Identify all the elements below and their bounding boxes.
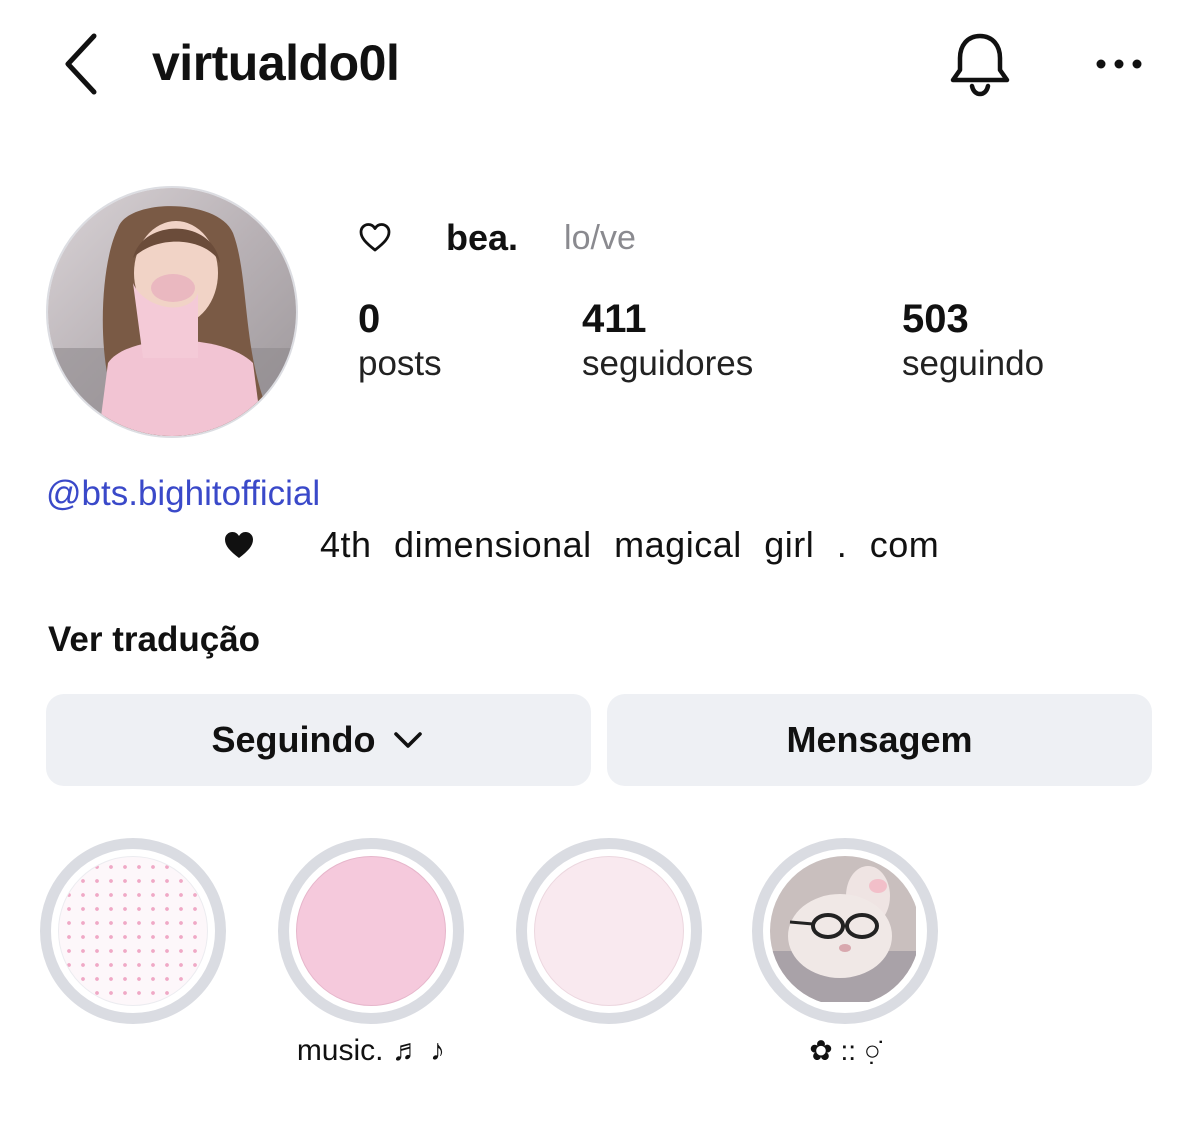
stat-followers[interactable]: 411 seguidores xyxy=(582,296,753,386)
heart-outline-icon xyxy=(359,223,391,252)
profile-username: virtualdo0l xyxy=(152,35,400,91)
story-highlight-1[interactable] xyxy=(40,838,226,1024)
posts-count: 0 xyxy=(358,297,381,341)
avatar-photo xyxy=(48,188,296,436)
bio-text: 4th dimensional magical girl . com xyxy=(320,524,940,565)
posts-label: posts xyxy=(358,344,442,383)
highlight-label-2: music. ♬ ♪ xyxy=(296,1034,446,1067)
display-name-row: bea. lo/ve xyxy=(358,210,636,266)
following-button[interactable]: Seguindo xyxy=(46,694,591,786)
followers-count: 411 xyxy=(582,297,647,341)
message-button[interactable]: Mensagem xyxy=(607,694,1152,786)
stat-posts: 0 posts xyxy=(358,296,442,386)
story-highlight-2[interactable] xyxy=(278,838,464,1024)
more-options-button[interactable] xyxy=(1090,44,1150,84)
bell-icon xyxy=(950,33,1010,97)
chevron-left-icon xyxy=(65,33,97,95)
following-count: 503 xyxy=(902,297,969,341)
bio-mention-link[interactable]: @bts.bighitofficial xyxy=(46,474,320,514)
top-bar: virtualdo0l xyxy=(0,0,1200,130)
following-label: seguindo xyxy=(902,344,1045,383)
back-button[interactable] xyxy=(58,30,108,98)
see-translation-link[interactable]: Ver tradução xyxy=(48,620,260,660)
highlight-photo-plush-bunny xyxy=(770,856,916,1002)
highlight-cover-light-pink xyxy=(534,856,684,1006)
following-button-label: Seguindo xyxy=(211,719,376,760)
chevron-down-icon xyxy=(393,732,422,748)
bio-text-line: 4th dimensional magical girl . com xyxy=(222,522,939,568)
notifications-button[interactable] xyxy=(945,30,1015,100)
profile-avatar[interactable] xyxy=(46,186,298,438)
story-highlight-4[interactable] xyxy=(752,838,938,1024)
message-button-label: Mensagem xyxy=(786,719,973,760)
pronouns: lo/ve xyxy=(564,218,636,257)
highlight-cover-dots xyxy=(58,856,208,1006)
highlight-cover-pink xyxy=(296,856,446,1006)
stat-following[interactable]: 503 seguindo xyxy=(902,296,1044,386)
followers-label: seguidores xyxy=(582,344,754,383)
heart-filled-icon xyxy=(225,532,253,558)
more-horizontal-icon xyxy=(1096,59,1142,69)
highlight-cover-photo xyxy=(770,856,920,1006)
highlight-label-4: ✿ :: ○̣̇ xyxy=(809,1035,881,1066)
story-highlight-3[interactable] xyxy=(516,838,702,1024)
display-name: bea. xyxy=(446,217,519,258)
